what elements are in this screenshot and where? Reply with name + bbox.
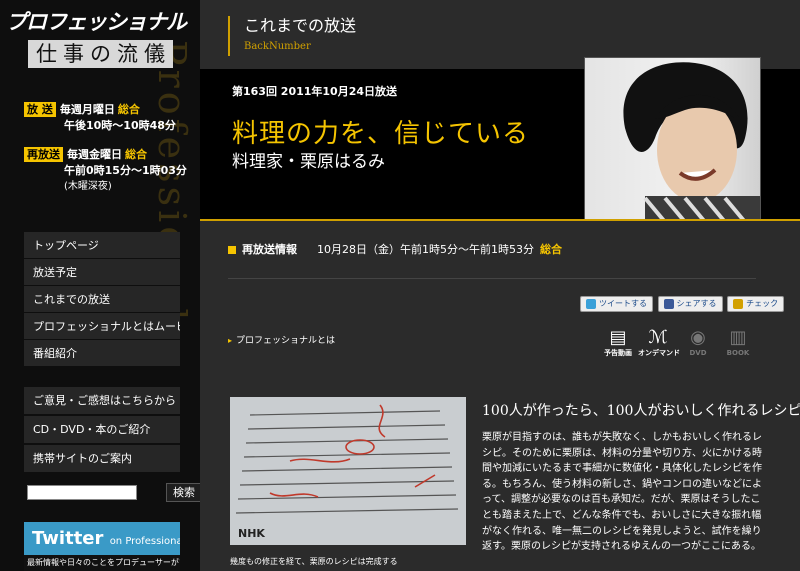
ondemand-label: オンデマンド (638, 349, 680, 357)
facebook-share-button[interactable]: シェアする (657, 296, 723, 312)
twitter-bird-icon (586, 298, 596, 309)
mixi-icon (733, 298, 744, 309)
facebook-icon (663, 298, 674, 309)
broadcast-schedule: 放 送毎週月曜日 総合 午後10時〜10時48分 (24, 102, 176, 134)
mixi-label: チェック (746, 299, 779, 308)
media-icons: ▤ 予告動画 ℳ オンデマンド ◉ DVD ▥ BOOK (598, 328, 758, 362)
book-label: BOOK (726, 349, 750, 357)
ondemand-button[interactable]: ℳ オンデマンド (638, 327, 680, 362)
schedule-tag: 放 送 (24, 102, 56, 117)
tweet-label: ツイートする (599, 299, 647, 308)
search-button[interactable]: 検索 (166, 483, 200, 502)
about-professional-link[interactable]: ▸ プロフェッショナルとは (228, 333, 335, 346)
article-body: 栗原が目指すのは、誰もが失敗なく、しかもおいしく作れるレシピ。そのために栗原は、… (482, 432, 762, 553)
rebroadcast-info: 再放送情報 10月28日（金）午前1時5分〜午前1時53分 総合 (228, 241, 756, 279)
nav-item-movie[interactable]: プロフェッショナルとはムービー (24, 313, 180, 340)
twitter-banner[interactable]: Twitter on Professional 最新情報や日々のことをプロデュー… (24, 522, 180, 571)
schedule-tag: 再放送 (24, 147, 63, 162)
page-title: これまでの放送 (244, 16, 357, 35)
arrow-right-icon: ▸ (228, 336, 233, 345)
guest-photo (584, 57, 761, 221)
episode-guest: 料理家・栗原はるみ (232, 152, 385, 172)
guest-portrait-icon (623, 62, 760, 220)
clip-caption: 幾度もの修正を経て、栗原のレシピは完成する (230, 557, 398, 566)
schedule-channel: 総合 (117, 103, 140, 116)
bullet-square-icon (228, 246, 236, 254)
mixi-check-button[interactable]: チェック (727, 296, 785, 312)
nav-item-program[interactable]: 番組紹介 (24, 340, 180, 367)
nav-item-backnumber[interactable]: これまでの放送 (24, 286, 180, 313)
sidebar: Professional プロフェッショナル 仕事の流儀 放 送毎週月曜日 総合 … (0, 0, 200, 571)
film-icon: ▤ (609, 327, 627, 348)
logo-subtitle[interactable]: 仕事の流儀 (28, 40, 173, 68)
search-form: 検索 (24, 482, 200, 506)
schedule-time: 午前0時15分〜1時03分 (64, 164, 187, 177)
nav-item-feedback[interactable]: ご意見・ご感想はこちらから (24, 387, 180, 415)
share-buttons: ツイートする シェアする チェック (580, 296, 786, 312)
schedule-day: 毎週金曜日 (67, 148, 122, 161)
preview-video-label: 予告動画 (604, 349, 632, 357)
book-icon: ▥ (729, 327, 747, 348)
schedule-note: (木曜深夜) (64, 181, 112, 192)
secondary-nav: ご意見・ご感想はこちらから CD・DVD・本のご紹介 携帯サイトのご案内 (24, 387, 180, 474)
nhk-watermark: NHK (238, 527, 265, 540)
episode-title: 料理の力を、信じている (232, 119, 530, 149)
rebroadcast-datetime: 10月28日（金）午前1時5分〜午前1時53分 (317, 243, 534, 256)
hero-stripe (200, 219, 800, 221)
episode-hero: 第163回 2011年10月24日放送 料理の力を、信じている 料理家・栗原はる… (200, 57, 800, 221)
nav-item-schedule[interactable]: 放送予定 (24, 259, 180, 286)
tweet-button[interactable]: ツイートする (580, 296, 653, 312)
facebook-label: シェアする (676, 299, 717, 308)
rebroadcast-channel: 総合 (540, 243, 562, 256)
book-button[interactable]: ▥ BOOK (718, 328, 758, 362)
ondemand-icon: ℳ (648, 327, 668, 348)
nav-item-top[interactable]: トップページ (24, 232, 180, 259)
dvd-button[interactable]: ◉ DVD (678, 328, 718, 362)
episode-info: 第163回 2011年10月24日放送 (232, 85, 398, 98)
twitter-subtitle: on Professional (109, 536, 180, 547)
article-heading: 100人が作ったら、100人がおいしく作れるレシピ (482, 403, 800, 419)
page-header: これまでの放送 BackNumber (228, 16, 356, 56)
dvd-icon: ◉ (690, 327, 706, 348)
primary-nav: トップページ 放送予定 これまでの放送 プロフェッショナルとはムービー 番組紹介 (24, 232, 180, 367)
recipe-document-icon: NHK (230, 397, 466, 545)
logo-title[interactable]: プロフェッショナル (6, 6, 187, 36)
schedule-day: 毎週月曜日 (59, 103, 115, 116)
main-content: これまでの放送 BackNumber 第163回 2011年10月24日放送 料… (200, 0, 800, 571)
page-subtitle: BackNumber (244, 41, 311, 52)
video-clip[interactable]: NHK (230, 397, 466, 545)
twitter-title: Twitter on Professional (32, 528, 180, 549)
nav-item-mobile[interactable]: 携帯サイトのご案内 (24, 445, 180, 473)
rebroadcast-schedule: 再放送 毎週金曜日 総合 午前0時15分〜1時03分 (木曜深夜) (24, 147, 187, 195)
twitter-note: 最新情報や日々のことをプロデューサーがツイートします (24, 555, 180, 571)
nav-item-products[interactable]: CD・DVD・本のご紹介 (24, 416, 180, 444)
search-input[interactable] (27, 485, 137, 500)
twitter-title-text: Twitter (32, 528, 104, 549)
preview-video-button[interactable]: ▤ 予告動画 (598, 328, 638, 362)
schedule-time: 午後10時〜10時48分 (64, 119, 176, 132)
dvd-label: DVD (689, 349, 707, 357)
schedule-channel: 総合 (125, 148, 147, 161)
rebroadcast-label: 再放送情報 (242, 243, 297, 256)
about-link-label: プロフェッショナルとは (236, 336, 336, 346)
